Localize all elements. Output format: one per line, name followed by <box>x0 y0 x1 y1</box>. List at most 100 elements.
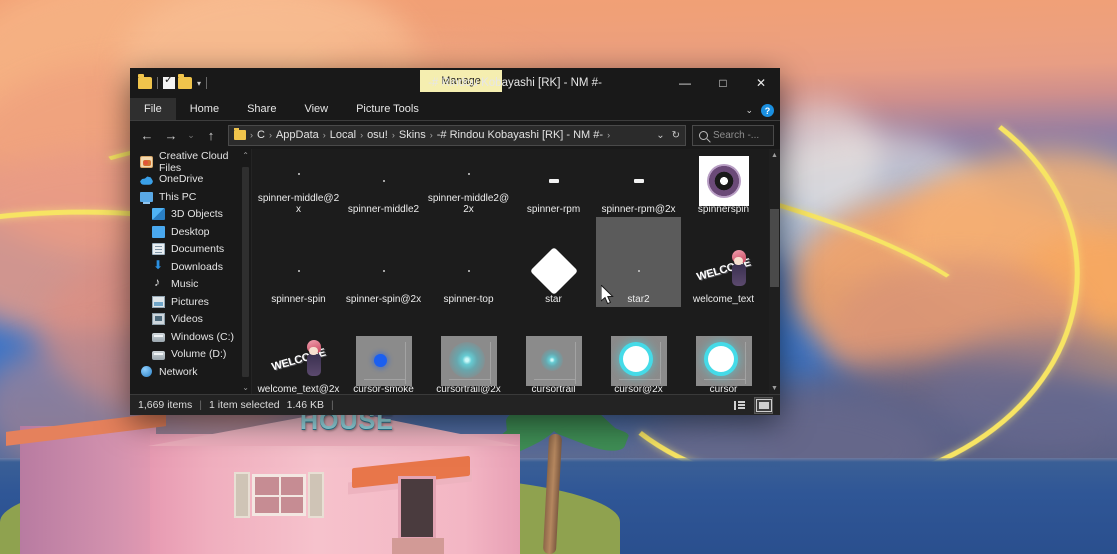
videos-icon <box>152 313 165 326</box>
file-thumbnail <box>526 246 582 296</box>
breadcrumb-item-osu[interactable]: osu! <box>367 129 388 141</box>
manage-contextual-tab[interactable]: Manage <box>420 70 502 92</box>
spinner-ring-thumbnail <box>698 156 749 206</box>
file-thumbnail <box>441 155 497 193</box>
scroll-down-arrow-icon[interactable]: ▼ <box>769 382 780 394</box>
breadcrumb-item-skin-folder[interactable]: -# Rindou Kobayashi [RK] - NM #- <box>437 129 603 141</box>
file-name: welcome_text@2x <box>257 384 340 394</box>
tab-picture-tools[interactable]: Picture Tools <box>342 98 433 120</box>
forward-button[interactable]: → <box>160 124 182 146</box>
folder-icon[interactable] <box>138 74 152 89</box>
breadcrumb-separator: › <box>322 130 326 140</box>
minimize-button[interactable]: — <box>666 68 704 98</box>
sidebar-item-this-pc[interactable]: This PC <box>130 188 251 206</box>
sidebar-item-label: Videos <box>171 313 203 326</box>
file-item[interactable]: star <box>511 217 596 307</box>
content-scrollbar[interactable]: ▲ ▼ <box>769 149 780 394</box>
folder-icon <box>234 128 246 140</box>
file-item[interactable]: cursor@2x <box>596 307 681 394</box>
properties-icon[interactable] <box>163 73 175 89</box>
file-thumbnail <box>526 158 582 204</box>
file-name: spinner-middle2 <box>347 204 420 215</box>
onedrive-cloud-icon <box>140 176 153 185</box>
breadcrumb-item-local[interactable]: Local <box>330 129 356 141</box>
sidebar-item-3d-objects[interactable]: 3D Objects <box>130 206 251 224</box>
navigation-pane: Creative Cloud Files OneDrive This PC 3D… <box>130 149 252 394</box>
scrollbar-thumb[interactable] <box>770 209 779 287</box>
file-item[interactable]: cursortrail@2x <box>426 307 511 394</box>
file-name: spinner-spin@2x <box>345 294 422 305</box>
sidebar-item-creative-cloud-files[interactable]: Creative Cloud Files <box>130 150 251 174</box>
sidebar-item-documents[interactable]: Documents <box>130 241 251 259</box>
search-box[interactable]: Search -... <box>692 124 774 146</box>
file-thumbnail <box>356 158 412 204</box>
tab-share[interactable]: Share <box>233 98 290 120</box>
divider <box>157 77 158 89</box>
breadcrumb-item-c[interactable]: C <box>257 129 265 141</box>
large-icons-view-button[interactable] <box>754 396 773 414</box>
chevron-down-icon[interactable]: ⌄ <box>745 105 753 116</box>
sidebar-item-windows-c[interactable]: Windows (C:) <box>130 328 251 346</box>
documents-icon <box>152 243 165 256</box>
sidebar-item-network[interactable]: Network <box>130 363 251 381</box>
breadcrumb-item-skins[interactable]: Skins <box>399 129 426 141</box>
close-button[interactable]: ✕ <box>742 68 780 98</box>
file-item[interactable]: spinner-middle2@2x <box>426 155 511 217</box>
file-item[interactable]: spinnerspin <box>681 155 766 217</box>
tab-view[interactable]: View <box>290 98 342 120</box>
file-item[interactable]: WELCOME welcome_text <box>681 217 766 307</box>
sidebar-item-desktop[interactable]: Desktop <box>130 223 251 241</box>
tab-home[interactable]: Home <box>176 98 233 120</box>
back-button[interactable]: ← <box>136 124 158 146</box>
window-controls: — □ ✕ <box>666 68 780 98</box>
maximize-button[interactable]: □ <box>704 68 742 98</box>
chevron-down-icon[interactable]: ▾ <box>197 79 201 88</box>
sidebar-item-videos[interactable]: Videos <box>130 311 251 329</box>
sidebar-item-volume-d[interactable]: Volume (D:) <box>130 346 251 364</box>
help-icon[interactable]: ? <box>761 104 774 117</box>
file-item[interactable]: spinner-top <box>426 217 511 307</box>
sidebar-item-pictures[interactable]: Pictures <box>130 293 251 311</box>
file-item[interactable]: spinner-rpm@2x <box>596 155 681 217</box>
sidebar-scroll-up-arrow[interactable]: ⌃ <box>242 151 249 160</box>
up-button[interactable]: ↑ <box>200 124 222 146</box>
search-placeholder: Search -... <box>713 129 760 141</box>
network-icon <box>140 365 153 378</box>
white-diamond-thumbnail <box>529 246 578 296</box>
breadcrumb-item-appdata[interactable]: AppData <box>276 129 319 141</box>
file-item[interactable]: spinner-spin <box>256 217 341 307</box>
sidebar-scrollbar-thumb[interactable] <box>242 167 249 377</box>
file-item[interactable]: cursortrail <box>511 307 596 394</box>
selection-label: 1 item selected <box>209 399 280 411</box>
file-item[interactable]: spinner-spin@2x <box>341 217 426 307</box>
file-item[interactable]: WELCOME welcome_text@2x <box>256 307 341 394</box>
file-item[interactable]: cursor <box>681 307 766 394</box>
cursor-thumbnail <box>695 336 752 386</box>
file-thumbnail <box>355 336 412 386</box>
sidebar-item-downloads[interactable]: Downloads <box>130 258 251 276</box>
address-history-caret-icon[interactable]: ⌄ <box>656 130 664 141</box>
file-name: spinner-rpm <box>526 204 581 215</box>
explorer-body: Creative Cloud Files OneDrive This PC 3D… <box>130 149 780 394</box>
file-item[interactable]: cursor-smoke <box>341 307 426 394</box>
file-item[interactable]: spinner-middle2 <box>341 155 426 217</box>
file-item[interactable]: spinner-middle@2x <box>256 155 341 217</box>
sidebar-scroll-down-arrow[interactable]: ⌄ <box>242 383 249 392</box>
sidebar-item-music[interactable]: Music <box>130 275 251 294</box>
recent-locations-button[interactable]: ⌄ <box>184 124 198 146</box>
file-list-pane[interactable]: spinner-middle@2x spinner-middle2 spinne… <box>252 149 780 394</box>
sidebar-item-label: OneDrive <box>159 173 204 186</box>
house-window <box>252 474 306 516</box>
file-name: spinner-middle@2x <box>257 193 340 215</box>
address-bar[interactable]: › C › AppData › Local › osu! › Skins › -… <box>228 124 686 146</box>
new-folder-icon[interactable] <box>178 74 192 89</box>
refresh-icon[interactable]: ↻ <box>672 130 680 141</box>
file-name: star <box>545 294 562 305</box>
quick-access-toolbar: ▾ <box>130 73 209 89</box>
file-item[interactable]: spinner-rpm <box>511 155 596 217</box>
details-view-button[interactable] <box>731 398 748 413</box>
cursor-2x-thumbnail <box>610 336 667 386</box>
tab-file[interactable]: File <box>130 98 176 120</box>
scroll-up-arrow-icon[interactable]: ▲ <box>769 149 780 161</box>
this-pc-icon <box>140 191 153 204</box>
